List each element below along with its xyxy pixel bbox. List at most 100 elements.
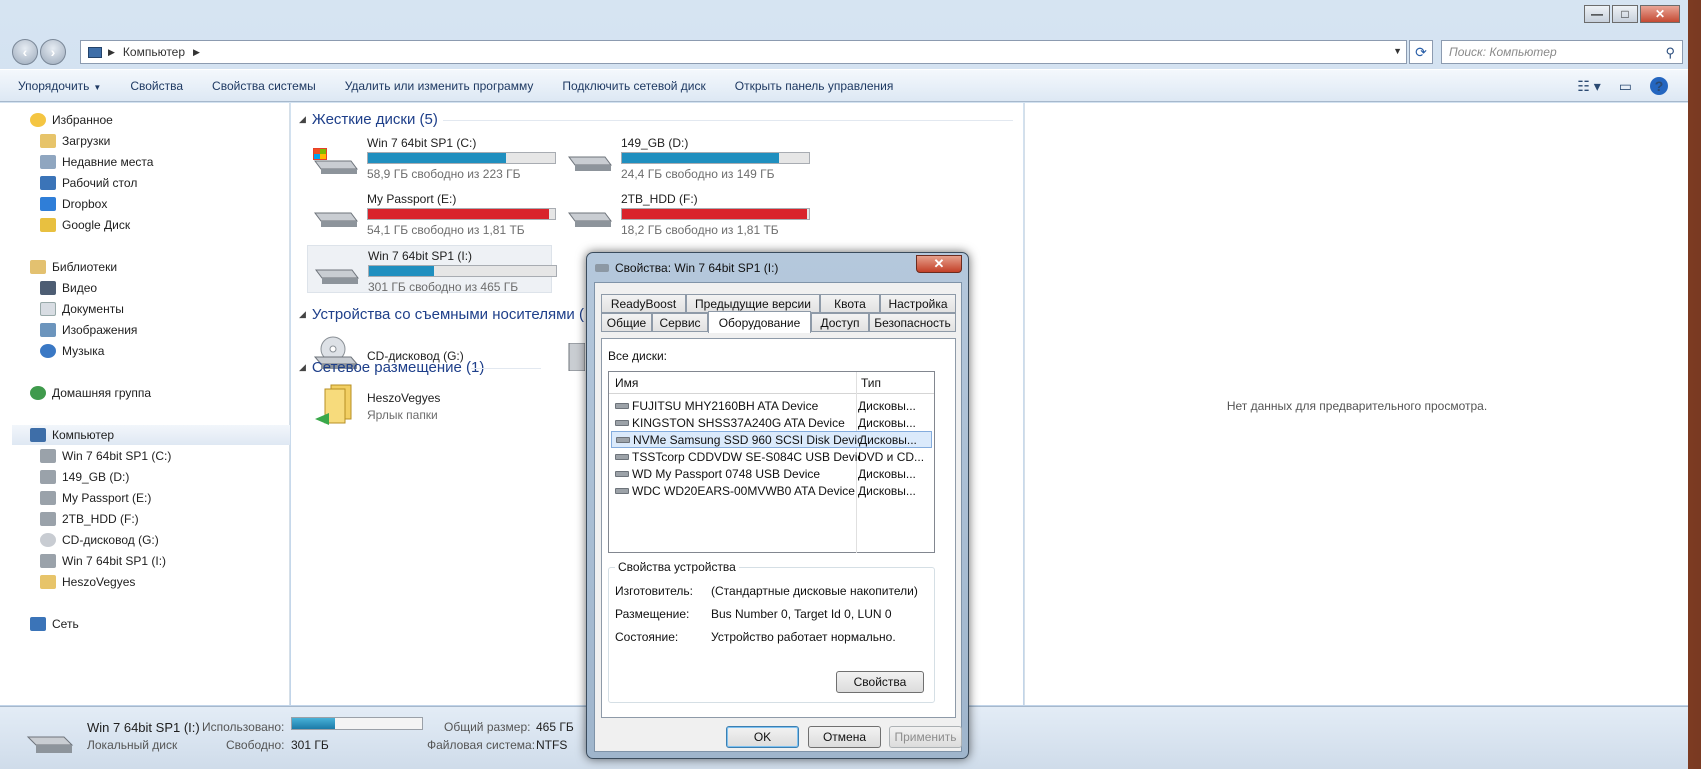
tab-tools[interactable]: Сервис <box>652 313 708 332</box>
list-item[interactable]: TSSTcorp CDDVDW SE-S084C USB Device DVD и… <box>611 448 932 465</box>
list-header: Имя Тип <box>609 372 934 553</box>
drive-tile-f[interactable]: 2TB_HDD (F:) 18,2 ГБ свободно из 1,81 ТБ <box>561 189 810 237</box>
nav-favorites[interactable]: Избранное <box>30 110 113 130</box>
list-item[interactable]: WDC WD20EARS-00MVWB0 ATA Device Дисковы..… <box>611 482 932 499</box>
list-item[interactable]: KINGSTON SHSS37A240G ATA Device Дисковы..… <box>611 414 932 431</box>
maximize-button[interactable]: □ <box>1612 5 1638 23</box>
nav-recent-places[interactable]: Недавние места <box>40 152 153 172</box>
drive-icon <box>595 264 609 272</box>
disk-icon <box>615 487 629 494</box>
dialog-close-button[interactable]: ✕ <box>916 255 962 273</box>
organize-button[interactable]: Упорядочить ▼ <box>18 79 101 93</box>
cancel-button[interactable]: Отмена <box>808 726 881 748</box>
nav-video[interactable]: Видео <box>40 278 97 298</box>
view-options-icon[interactable]: ☷ ▾ <box>1577 78 1600 95</box>
drive-tile-d[interactable]: 149_GB (D:) 24,4 ГБ свободно из 149 ГБ <box>561 133 810 181</box>
tab-readyboost[interactable]: ReadyBoost <box>601 294 686 313</box>
nav-pictures[interactable]: Изображения <box>40 320 137 340</box>
drive-tile-e[interactable]: My Passport (E:) 54,1 ГБ свободно из 1,8… <box>307 189 556 237</box>
list-item[interactable]: FUJITSU MHY2160BH ATA Device Дисковы... <box>611 397 932 414</box>
tab-hardware[interactable]: Оборудование <box>708 311 811 333</box>
network-folder-heszovegyes[interactable]: HeszoVegyes Ярлык папки <box>307 383 552 431</box>
drive-tile-c[interactable]: Win 7 64bit SP1 (C:) 58,9 ГБ свободно из… <box>307 133 556 181</box>
group-header-removable[interactable]: ◢ Устройства со съемными носителями ( <box>299 306 584 323</box>
hard-drive-icon <box>568 212 612 227</box>
nav-downloads[interactable]: Загрузки <box>40 131 110 151</box>
nav-drive-e[interactable]: My Passport (E:) <box>40 488 151 508</box>
minimize-button[interactable]: — <box>1584 5 1610 23</box>
downloads-folder-icon <box>40 134 56 148</box>
collapse-icon: ◢ <box>299 362 306 372</box>
nav-homegroup[interactable]: Домашняя группа <box>30 383 151 403</box>
drive-tile-i[interactable]: Win 7 64bit SP1 (I:) 301 ГБ свободно из … <box>307 245 557 294</box>
map-network-drive-button[interactable]: Подключить сетевой диск <box>562 79 705 93</box>
removable-drive-icon <box>568 343 585 371</box>
nav-computer[interactable]: Компьютер <box>12 425 290 445</box>
drive-usage-bar <box>621 152 810 164</box>
nav-dropbox[interactable]: Dropbox <box>40 194 107 214</box>
preview-pane-icon[interactable]: ▭ <box>1619 78 1632 95</box>
manufacturer-value: (Стандартные дисковые накопители) <box>711 584 918 598</box>
divider <box>443 120 1013 121</box>
nav-drive-i[interactable]: Win 7 64bit SP1 (I:) <box>40 551 166 571</box>
status-value: Устройство работает нормально. <box>711 630 896 644</box>
drive-name: Win 7 64bit SP1 (C:) <box>367 136 477 150</box>
details-drive-type: Локальный диск <box>87 738 178 752</box>
homegroup-icon <box>30 386 46 400</box>
address-bar[interactable]: ▶ Компьютер ▶ ▼ <box>80 40 1407 64</box>
open-control-panel-button[interactable]: Открыть панель управления <box>735 79 894 93</box>
forward-button[interactable]: › <box>40 39 66 65</box>
tab-sharing[interactable]: Доступ <box>811 313 869 332</box>
uninstall-program-button[interactable]: Удалить или изменить программу <box>345 79 534 93</box>
music-library-icon <box>40 344 56 358</box>
back-button[interactable]: ‹ <box>12 39 38 65</box>
collapse-icon: ◢ <box>299 114 306 124</box>
computer-icon <box>88 46 102 58</box>
system-properties-button[interactable]: Свойства системы <box>212 79 316 93</box>
group-header-hdd[interactable]: ◢ Жесткие диски (5) <box>299 111 438 128</box>
cd-drive-icon <box>40 533 56 547</box>
hard-drive-icon <box>40 554 56 568</box>
nav-heszovegyes[interactable]: HeszoVegyes <box>40 572 135 592</box>
tab-general[interactable]: Общие <box>601 313 652 332</box>
list-item[interactable]: WD My Passport 0748 USB Device Дисковы... <box>611 465 932 482</box>
refresh-button[interactable]: ⟳ <box>1409 40 1433 64</box>
disk-icon <box>615 402 629 409</box>
group-header-network[interactable]: ◢ Сетевое размещение (1) <box>299 359 484 376</box>
nav-music[interactable]: Музыка <box>40 341 104 361</box>
ok-button[interactable]: OK <box>726 726 799 748</box>
nav-drive-c[interactable]: Win 7 64bit SP1 (C:) <box>40 446 171 466</box>
nav-google-drive[interactable]: Google Диск <box>40 215 130 235</box>
nav-libraries[interactable]: Библиотеки <box>30 257 117 277</box>
preview-pane: Нет данных для предварительного просмотр… <box>1024 103 1688 705</box>
close-button[interactable]: ✕ <box>1640 5 1680 23</box>
properties-button[interactable]: Свойства <box>130 79 183 93</box>
tab-customize[interactable]: Настройка <box>880 294 956 313</box>
dvd-drive-icon <box>615 453 629 460</box>
device-properties-group: Свойства устройства Изготовитель: (Станд… <box>608 560 935 703</box>
search-input[interactable]: Поиск: Компьютер ⚲ <box>1441 40 1683 64</box>
list-item-selected[interactable]: NVMe Samsung SSD 960 SCSI Disk Device Дис… <box>611 431 932 448</box>
nav-drive-f[interactable]: 2TB_HDD (F:) <box>40 509 139 529</box>
nav-drive-d[interactable]: 149_GB (D:) <box>40 467 129 487</box>
drive-name: My Passport (E:) <box>367 192 457 206</box>
address-dropdown-icon[interactable]: ▼ <box>1393 46 1402 56</box>
divider <box>471 368 541 369</box>
help-icon[interactable]: ? <box>1650 77 1668 95</box>
nav-documents[interactable]: Документы <box>40 299 124 319</box>
nav-drive-g[interactable]: CD-дисковод (G:) <box>40 530 159 550</box>
tab-quota[interactable]: Квота <box>820 294 880 313</box>
hard-drive-icon <box>40 491 56 505</box>
details-usage-bar <box>291 717 423 730</box>
tab-security[interactable]: Безопасность <box>869 313 956 332</box>
nav-desktop[interactable]: Рабочий стол <box>40 173 137 193</box>
column-name-header[interactable]: Имя <box>615 376 638 390</box>
disks-list[interactable]: Имя Тип FUJITSU MHY2160BH ATA Device Диск… <box>608 371 935 553</box>
nav-network[interactable]: Сеть <box>30 614 79 634</box>
device-properties-button[interactable]: Свойства <box>836 671 924 693</box>
recent-places-icon <box>40 155 56 169</box>
apply-button[interactable]: Применить <box>889 726 962 748</box>
breadcrumb[interactable]: Компьютер <box>123 45 185 59</box>
column-type-header[interactable]: Тип <box>861 376 881 390</box>
search-icon[interactable]: ⚲ <box>1665 45 1675 61</box>
